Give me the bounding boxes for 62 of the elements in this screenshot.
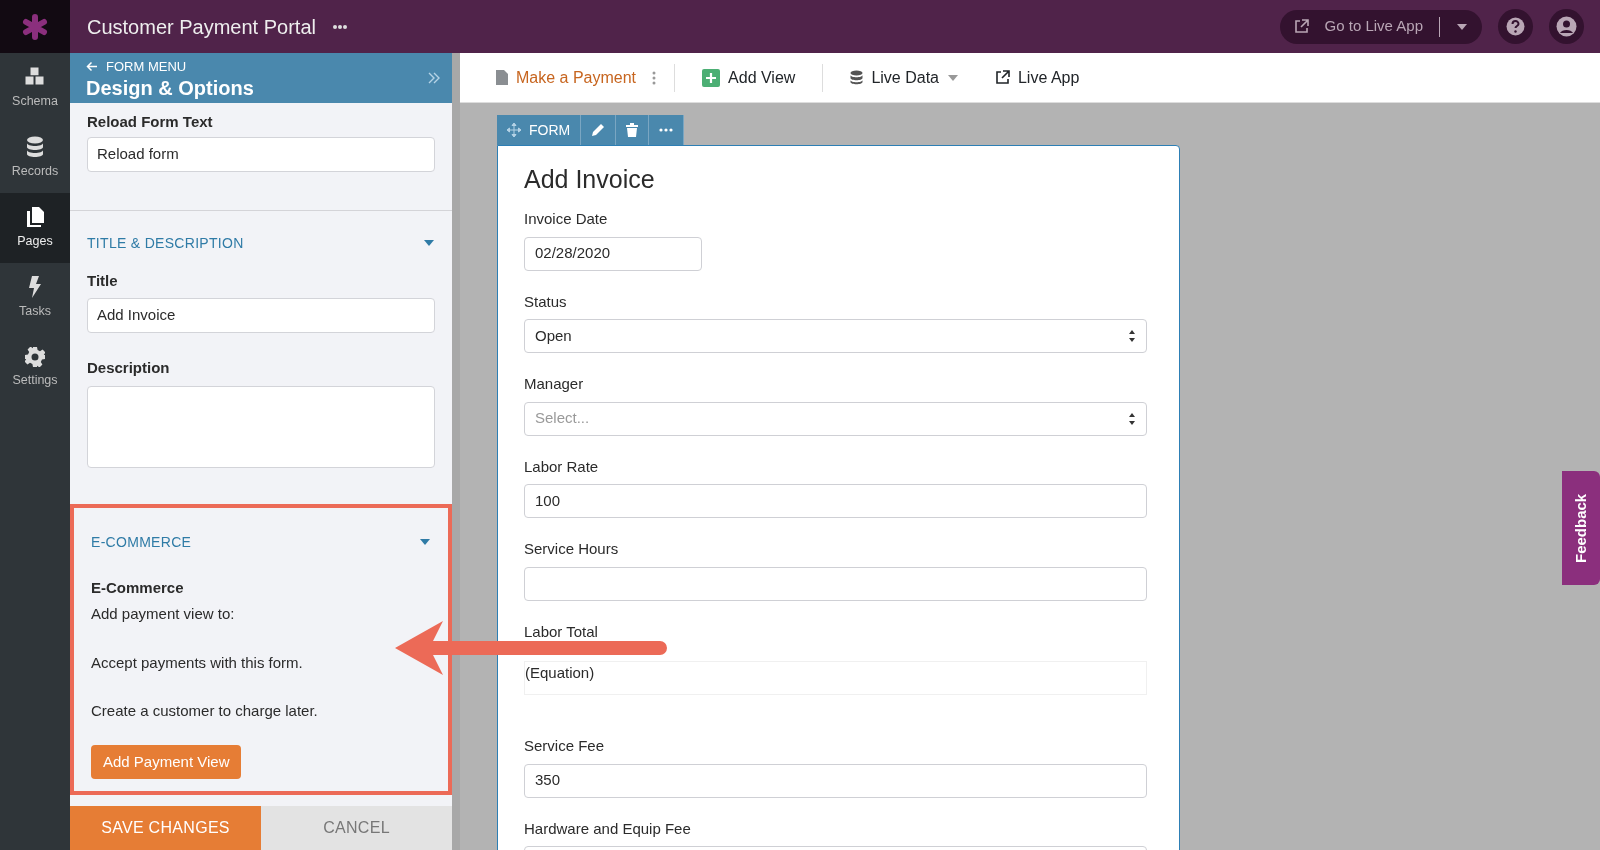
page-icon	[496, 70, 508, 85]
app-title: Customer Payment Portal	[87, 14, 316, 40]
equation-value: (Equation)	[524, 661, 1147, 695]
input-field[interactable]: Add Invoice	[87, 298, 435, 333]
input-field[interactable]	[524, 566, 1147, 601]
database-icon	[26, 135, 44, 158]
user-avatar-icon[interactable]	[1549, 9, 1584, 44]
caret-icon[interactable]	[423, 239, 435, 247]
date-field[interactable]: 02/28/2020	[524, 236, 702, 271]
field-label: Service Fee	[524, 736, 606, 756]
section-heading[interactable]: TITLE & DESCRIPTION	[87, 232, 244, 254]
input-field[interactable]: Reload form	[87, 136, 435, 172]
select-arrows-icon	[1128, 411, 1136, 426]
field-label: Title	[87, 270, 119, 291]
field-label: Description	[87, 358, 171, 378]
database-icon	[850, 70, 864, 85]
field-label: Service Hours	[524, 539, 620, 559]
panel-title: Design & Options	[86, 76, 255, 99]
live-data-dropdown[interactable]: Live Data	[841, 64, 968, 91]
field-label: Labor Rate	[524, 456, 600, 477]
kebab-icon[interactable]	[652, 70, 657, 85]
plus-icon	[702, 68, 721, 87]
field-label: Labor Total	[524, 621, 599, 642]
section-heading[interactable]: E-COMMERCE	[91, 531, 192, 553]
cancel-button[interactable]: CANCEL	[261, 806, 452, 850]
go-to-live-app-button[interactable]: Go to Live App	[1279, 9, 1482, 44]
arrow-left-icon	[86, 61, 98, 73]
bolt-icon	[28, 275, 42, 298]
feedback-tab[interactable]: Feedback	[1562, 471, 1600, 585]
caret-icon[interactable]	[419, 538, 431, 546]
collapse-icon[interactable]	[428, 72, 440, 84]
input-field[interactable]: 100	[524, 484, 1147, 518]
select-arrows-icon	[1128, 329, 1136, 343]
asterisk-logo	[22, 13, 48, 40]
back-link[interactable]: FORM MENU	[86, 57, 436, 77]
form-title: Add Invoice	[524, 164, 656, 194]
description-text: Accept payments with this form.	[91, 652, 304, 673]
rail-nav-item[interactable]: Tasks	[0, 263, 70, 333]
description-text: Create a customer to charge later.	[91, 701, 319, 721]
description-text: Add payment view to:	[91, 604, 236, 624]
field-label: Hardware and Equip Fee	[524, 818, 692, 839]
rail-nav-item[interactable]: Settings	[0, 333, 70, 403]
help-icon[interactable]	[1498, 9, 1533, 44]
field-label: Reload Form Text	[87, 112, 214, 132]
select-field[interactable]: Open	[524, 319, 1147, 353]
rail-nav-item[interactable]: Schema	[0, 53, 70, 123]
caret-icon[interactable]	[1456, 22, 1468, 31]
external-link-icon	[994, 70, 1010, 85]
pages-icon	[25, 205, 45, 228]
rail-nav-item[interactable]: Records	[0, 123, 70, 193]
gear-icon	[25, 346, 45, 367]
field-label: Invoice Date	[524, 209, 609, 229]
input-field[interactable]: 350	[524, 763, 1147, 798]
page-name-link[interactable]: Make a Payment	[516, 65, 637, 90]
rail-nav-item[interactable]: Pages	[0, 193, 70, 263]
subheading: E-Commerce	[91, 577, 185, 598]
field-label: Status	[524, 291, 568, 312]
external-link-icon	[1293, 19, 1309, 34]
add-view-button[interactable]: Add View	[693, 64, 805, 91]
live-app-link[interactable]: Live App	[985, 64, 1089, 91]
field-label: Manager	[524, 374, 585, 394]
cubes-icon	[24, 65, 46, 88]
